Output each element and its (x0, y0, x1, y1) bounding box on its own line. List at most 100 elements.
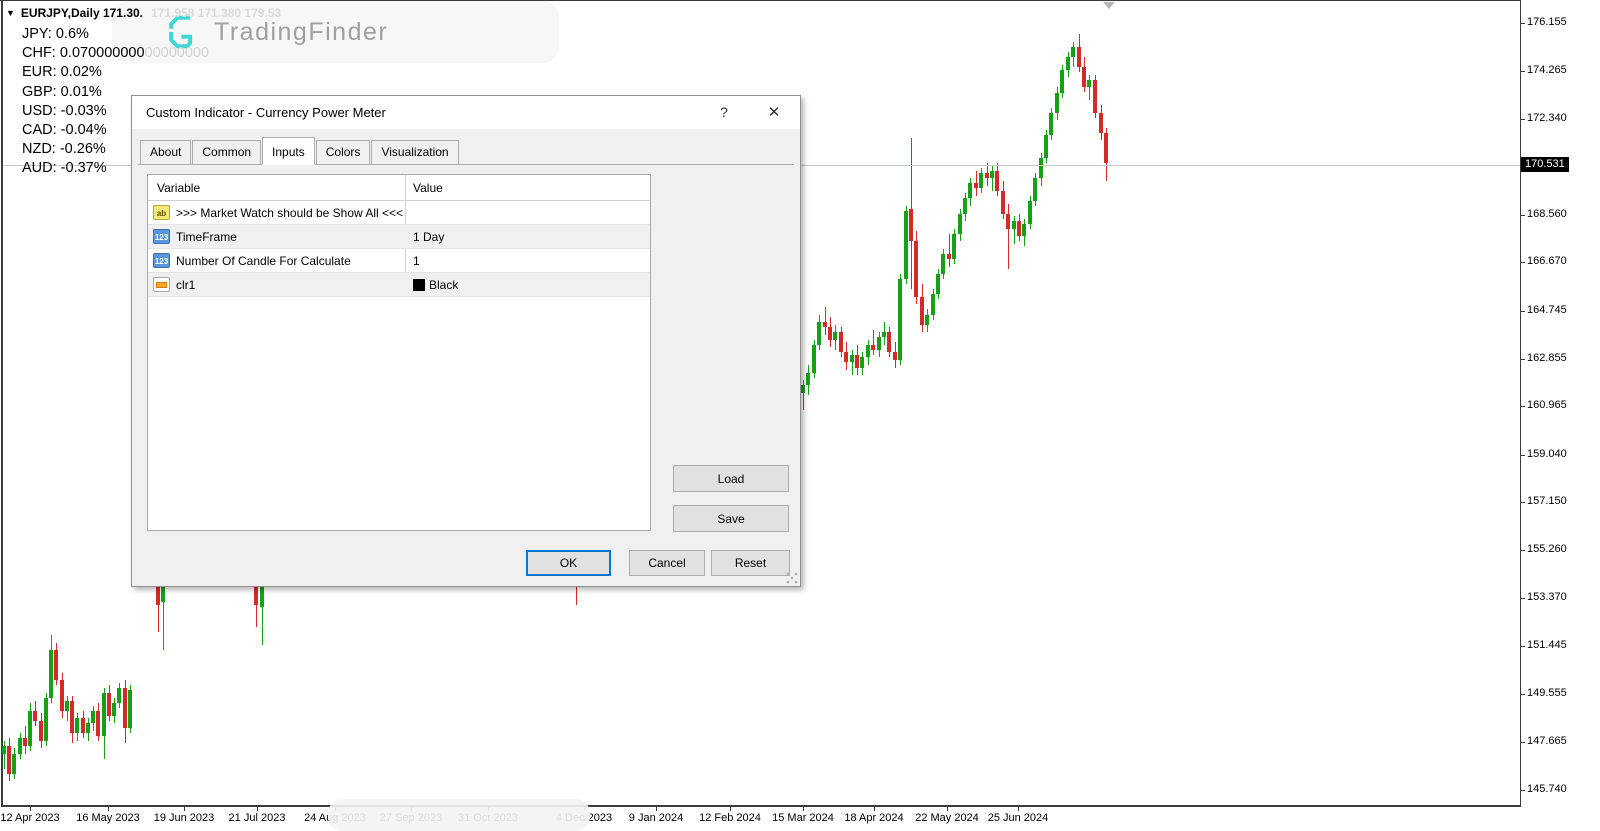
symbol-period-readout[interactable]: ▼EURJPY,Daily 171.30.171.958 171.380 179… (6, 6, 281, 20)
price-axis-label: 168.560 (1527, 208, 1567, 220)
dialog-resize-grip[interactable] (786, 572, 798, 584)
reset-button[interactable]: Reset (711, 550, 790, 576)
candle-body (995, 171, 999, 191)
price-tick (1520, 694, 1525, 695)
candle-body (860, 357, 864, 367)
candle-body (91, 711, 95, 724)
price-axis-label: 151.445 (1527, 639, 1567, 651)
candle-body (18, 738, 22, 753)
tab-colors[interactable]: Colors (316, 140, 371, 164)
candle-body (28, 711, 32, 746)
price-axis-label: 153.370 (1527, 591, 1567, 603)
candle-body (44, 698, 48, 741)
date-axis-label: 15 Mar 2024 (772, 812, 834, 824)
candle-body (812, 345, 816, 373)
price-tick (1520, 455, 1525, 456)
inputs-table: Variable Value ab >>> Market Watch shoul… (147, 174, 651, 531)
candle-wick (1089, 75, 1090, 100)
date-tick (1018, 807, 1019, 811)
chart-shift-marker-icon[interactable] (1103, 2, 1115, 9)
date-axis-label: 22 May 2024 (915, 812, 979, 824)
column-value: Value (413, 181, 443, 195)
date-axis-label: 19 Jun 2023 (154, 812, 215, 824)
chart-bottom-border (1, 805, 1521, 807)
candle-body (839, 332, 843, 352)
candle-wick (825, 307, 826, 335)
candle-body (1087, 80, 1091, 88)
tab-common[interactable]: Common (192, 140, 261, 164)
candle-body (33, 711, 37, 721)
price-tick (1520, 119, 1525, 120)
candle-body (833, 332, 837, 340)
candle-body (920, 297, 924, 325)
dialog-titlebar[interactable]: Custom Indicator - Currency Power Meter … (132, 96, 800, 129)
mt4-chart-window: 176.155174.265172.340168.560166.670164.7… (0, 0, 1600, 831)
save-button[interactable]: Save (673, 505, 789, 532)
price-axis-label: 147.665 (1527, 735, 1567, 747)
chart-dropdown-icon[interactable]: ▼ (6, 8, 15, 18)
candle-body (952, 234, 956, 259)
date-tick (656, 807, 657, 811)
candle-body (817, 322, 821, 345)
candle-body (123, 688, 127, 728)
price-axis-label: 155.260 (1527, 543, 1567, 555)
price-tick (1520, 215, 1525, 216)
price-axis-label: 164.745 (1527, 304, 1567, 316)
help-button[interactable]: ? (709, 96, 739, 129)
date-tick (874, 807, 875, 811)
candle-body (1012, 221, 1016, 229)
table-row-market-watch[interactable]: ab >>> Market Watch should be Show All <… (148, 201, 650, 225)
currency-strength-eur: EUR: 0.02% (22, 64, 102, 80)
ok-button[interactable]: OK (526, 550, 611, 576)
currency-strength-gbp: GBP: 0.01% (22, 84, 102, 100)
candle-body (12, 754, 16, 774)
dialog-title: Custom Indicator - Currency Power Meter (146, 105, 386, 120)
price-axis-label: 160.965 (1527, 399, 1567, 411)
candle-body (936, 274, 940, 294)
price-tick (1520, 790, 1525, 791)
candle-body (23, 738, 27, 746)
price-tick (1520, 742, 1525, 743)
symbol-ohlc-faded: 171.958 171.380 179.53 (151, 6, 281, 20)
candle-body (958, 214, 962, 234)
candle-body (117, 688, 121, 703)
candle-body (871, 345, 875, 350)
candle-body (107, 693, 111, 716)
candle-body (1017, 221, 1021, 236)
currency-strength-aud: AUD: -0.37% (22, 160, 107, 176)
tab-inputs[interactable]: Inputs (262, 137, 315, 165)
candle-body (968, 183, 972, 198)
candle-body (1099, 113, 1103, 133)
date-axis-label: 9 Jan 2024 (629, 812, 683, 824)
date-tick (947, 807, 948, 811)
price-axis-label: 145.740 (1527, 783, 1567, 795)
candle-body (1049, 113, 1053, 136)
table-row-clr1[interactable]: clr1 Black (148, 273, 650, 297)
price-tick (1520, 502, 1525, 503)
candle-body (801, 385, 805, 393)
price-axis-label: 176.155 (1527, 16, 1567, 28)
price-tick (1520, 406, 1525, 407)
tab-visualization[interactable]: Visualization (371, 140, 458, 164)
candle-body (1077, 47, 1081, 67)
table-row-candle-count[interactable]: 123 Number Of Candle For Calculate 1 (148, 249, 650, 273)
candle-body (1060, 70, 1064, 93)
close-icon[interactable]: ✕ (759, 96, 789, 129)
candle-body (850, 355, 854, 363)
table-row-timeframe[interactable]: 123 TimeFrame 1 Day (148, 225, 650, 249)
load-button[interactable]: Load (673, 465, 789, 492)
tab-about[interactable]: About (140, 140, 191, 164)
price-axis-label: 174.265 (1527, 64, 1567, 76)
current-price-label: 170.531 (1521, 157, 1569, 172)
candle-body (904, 211, 908, 279)
candle-body (844, 352, 848, 362)
candle-body (887, 332, 891, 352)
candle-body (1022, 224, 1026, 237)
candle-body (855, 355, 859, 368)
date-axis-label: 25 Jun 2024 (988, 812, 1049, 824)
candle-body (823, 322, 827, 327)
candle-body (65, 701, 69, 711)
cancel-button[interactable]: Cancel (629, 550, 705, 576)
candle-body (806, 373, 810, 386)
price-tick (1520, 550, 1525, 551)
